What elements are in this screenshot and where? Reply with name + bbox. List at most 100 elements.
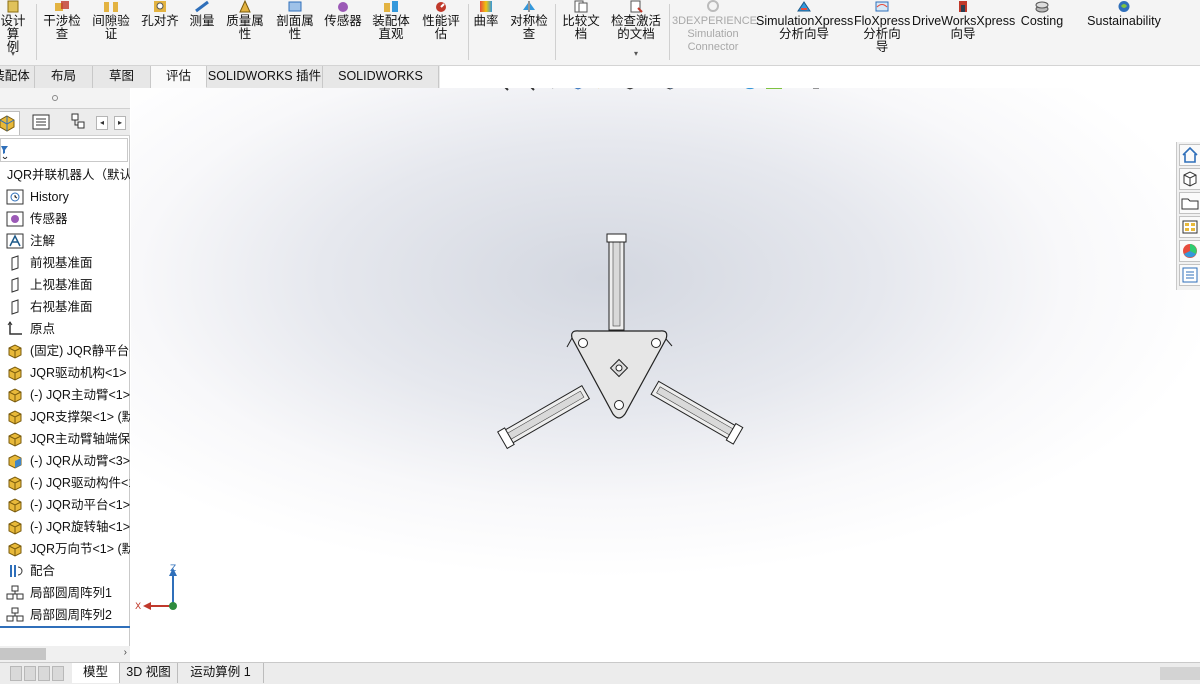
scrollbar-thumb[interactable]	[0, 648, 46, 660]
tree-item-circular-pattern[interactable]: 局部圆周阵列2	[0, 604, 130, 624]
symmetry-check-button[interactable]: 对称检 查	[506, 0, 552, 66]
tab-layout[interactable]: 布局	[35, 66, 93, 88]
task-pane-tabs	[1176, 142, 1200, 290]
custom-properties-icon[interactable]	[1179, 264, 1200, 286]
delta-robot-model[interactable]	[486, 230, 754, 460]
view-orientation-icon[interactable]	[619, 88, 641, 91]
interference-check-button[interactable]: 干涉检 查	[38, 0, 86, 66]
zoom-area-icon[interactable]	[515, 88, 537, 91]
file-explorer-icon[interactable]	[1179, 192, 1200, 214]
sensor-button[interactable]: 传感器	[320, 0, 366, 66]
feature-tree-filter[interactable]	[0, 138, 128, 162]
tree-item-component[interactable]: JQR支撑架<1> (默认)	[0, 406, 130, 428]
chevron-right-icon[interactable]: ▸	[114, 116, 126, 130]
3dexperience-simulation-connector-button[interactable]: 3DEXPERIENCE Simulation Connector	[672, 0, 757, 66]
filter-funnel-icon[interactable]	[1, 143, 11, 159]
sustainability-icon	[1118, 1, 1130, 12]
driveworksxpress-button[interactable]: DriveWorksXpress 向导	[912, 0, 1015, 66]
previous-view-icon[interactable]	[541, 88, 563, 91]
bottom-scrollbar[interactable]	[1160, 667, 1200, 680]
restore-icon[interactable]: ❐	[1150, 88, 1161, 89]
tab-3d-views[interactable]: 3D 视图	[120, 663, 178, 683]
measure-button[interactable]: 测量	[186, 0, 218, 66]
clearance-verify-button[interactable]: 间隙验 证	[88, 0, 134, 66]
tab-evaluate[interactable]: 评估	[151, 66, 207, 88]
tab-motion-study-1[interactable]: 运动算例 1	[178, 663, 264, 683]
rollback-bar[interactable]	[0, 626, 130, 628]
hide-show-items-icon[interactable]	[699, 88, 721, 91]
minimize-icon[interactable]: –	[1125, 88, 1132, 89]
edit-appearance-icon[interactable]	[739, 88, 761, 91]
tab-solidworks-addins[interactable]: SOLIDWORKS 插件	[207, 66, 323, 88]
splitter-handle-icon[interactable]	[52, 95, 58, 101]
mass-properties-icon	[239, 0, 251, 13]
plane-icon	[11, 277, 19, 293]
chevron-down-icon[interactable]: ▾	[606, 47, 666, 60]
panel-splitter[interactable]	[0, 88, 130, 108]
apply-scene-icon[interactable]	[763, 88, 785, 91]
tree-item-circular-pattern[interactable]: 局部圆周阵列1	[0, 582, 130, 604]
tree-item-history[interactable]: History	[0, 186, 130, 208]
view-palette-icon[interactable]	[1179, 216, 1200, 238]
sensor-icon	[338, 2, 348, 12]
last-tab-icon[interactable]	[52, 666, 64, 681]
view-settings-icon[interactable]	[805, 88, 827, 91]
tree-item-component[interactable]: (固定) JQR静平台<1>	[0, 340, 130, 362]
section-properties-button[interactable]: 剖面属 性	[272, 0, 318, 66]
graphics-area[interactable]: ▾ ▾ ▾ ▾ ▾ ⎕ ⎕ – ❐ ✕	[131, 88, 1200, 662]
chevron-right-icon[interactable]: ›	[124, 647, 127, 658]
tree-item-component[interactable]: JQR驱动机构<1>	[0, 362, 130, 384]
section-view-icon[interactable]	[567, 88, 589, 91]
simulationxpress-button[interactable]: SimulationXpress 分析向导	[756, 0, 853, 66]
next-tab-icon[interactable]	[38, 666, 50, 681]
tree-item-component[interactable]: (-) JQR旋转轴<1>	[0, 516, 130, 538]
tree-item-top-plane[interactable]: 上视基准面	[0, 274, 130, 296]
chevron-left-icon[interactable]: ◂	[96, 116, 108, 130]
tree-item-component[interactable]: (-) JQR从动臂<3>	[0, 450, 130, 472]
tab-model[interactable]: 模型	[72, 663, 120, 683]
tree-item-right-plane[interactable]: 右视基准面	[0, 296, 130, 318]
first-tab-icon[interactable]	[10, 666, 22, 681]
home-icon[interactable]	[1179, 144, 1200, 166]
tree-item-component[interactable]: (-) JQR驱动构件<1>	[0, 472, 130, 494]
close-icon[interactable]: ✕	[1176, 88, 1186, 89]
floxpress-button[interactable]: FloXpress 分析向 导	[854, 0, 910, 66]
performance-eval-button[interactable]: 性能评 估	[418, 0, 464, 66]
tree-item-mates[interactable]: 配合	[0, 560, 130, 582]
tree-item-component[interactable]: (-) JQR主动臂<1>	[0, 384, 130, 406]
tab-solidworks-mbd[interactable]: SOLIDWORKS MBD	[323, 66, 439, 104]
tree-item-component[interactable]: JQR主动臂轴端保持	[0, 428, 130, 450]
viewport-tile-right-icon[interactable]: ⎕	[1099, 88, 1106, 90]
tab-configuration-manager[interactable]	[66, 111, 92, 135]
tree-item-annotations[interactable]: 注解	[0, 230, 130, 252]
compare-documents-button[interactable]: 比较文 档	[558, 0, 604, 66]
zoom-to-fit-icon[interactable]	[489, 88, 511, 91]
tree-item-front-plane[interactable]: 前视基准面	[0, 252, 130, 274]
tree-item-origin[interactable]: 原点	[0, 318, 130, 340]
tree-item-component[interactable]: JQR万向节<1> (默认)	[0, 538, 130, 560]
chevron-down-icon[interactable]: ▾	[0, 47, 30, 60]
tree-root-assembly[interactable]: JQR并联机器人（默认<默认_显示状态-1>）	[0, 164, 130, 186]
tree-item-sensors[interactable]: 传感器	[0, 208, 130, 230]
tree-item-component[interactable]: (-) JQR动平台<1>	[0, 494, 130, 516]
mass-properties-button[interactable]: 质量属 性	[222, 0, 268, 66]
design-calc-button[interactable]: 设计算 例 ▾	[0, 0, 30, 66]
horizontal-scrollbar[interactable]: ›	[0, 646, 130, 662]
display-style-icon[interactable]	[659, 88, 681, 91]
tab-assembly[interactable]: 装配体	[0, 66, 35, 88]
appearances-icon[interactable]	[1179, 240, 1200, 262]
tab-property-manager[interactable]	[29, 111, 55, 135]
assembly-visualization-button[interactable]: 装配体 直观	[368, 0, 414, 66]
dynamic-annotation-icon[interactable]	[593, 88, 615, 91]
previous-tab-icon[interactable]	[24, 666, 36, 681]
design-library-icon[interactable]	[1179, 168, 1200, 190]
feature-tree-icon	[0, 115, 15, 132]
curvature-button[interactable]: 曲率	[470, 0, 502, 66]
check-active-document-button[interactable]: 检查激活 的文档 ▾	[606, 0, 666, 66]
viewport-tile-left-icon[interactable]: ⎕	[1073, 88, 1080, 90]
sustainability-button[interactable]: Sustainability	[1078, 0, 1170, 66]
tab-feature-tree[interactable]	[0, 111, 20, 135]
costing-button[interactable]: Costing	[1016, 0, 1068, 66]
hole-align-button[interactable]: 孔对齐	[138, 0, 182, 66]
tab-sketch[interactable]: 草图	[93, 66, 151, 88]
